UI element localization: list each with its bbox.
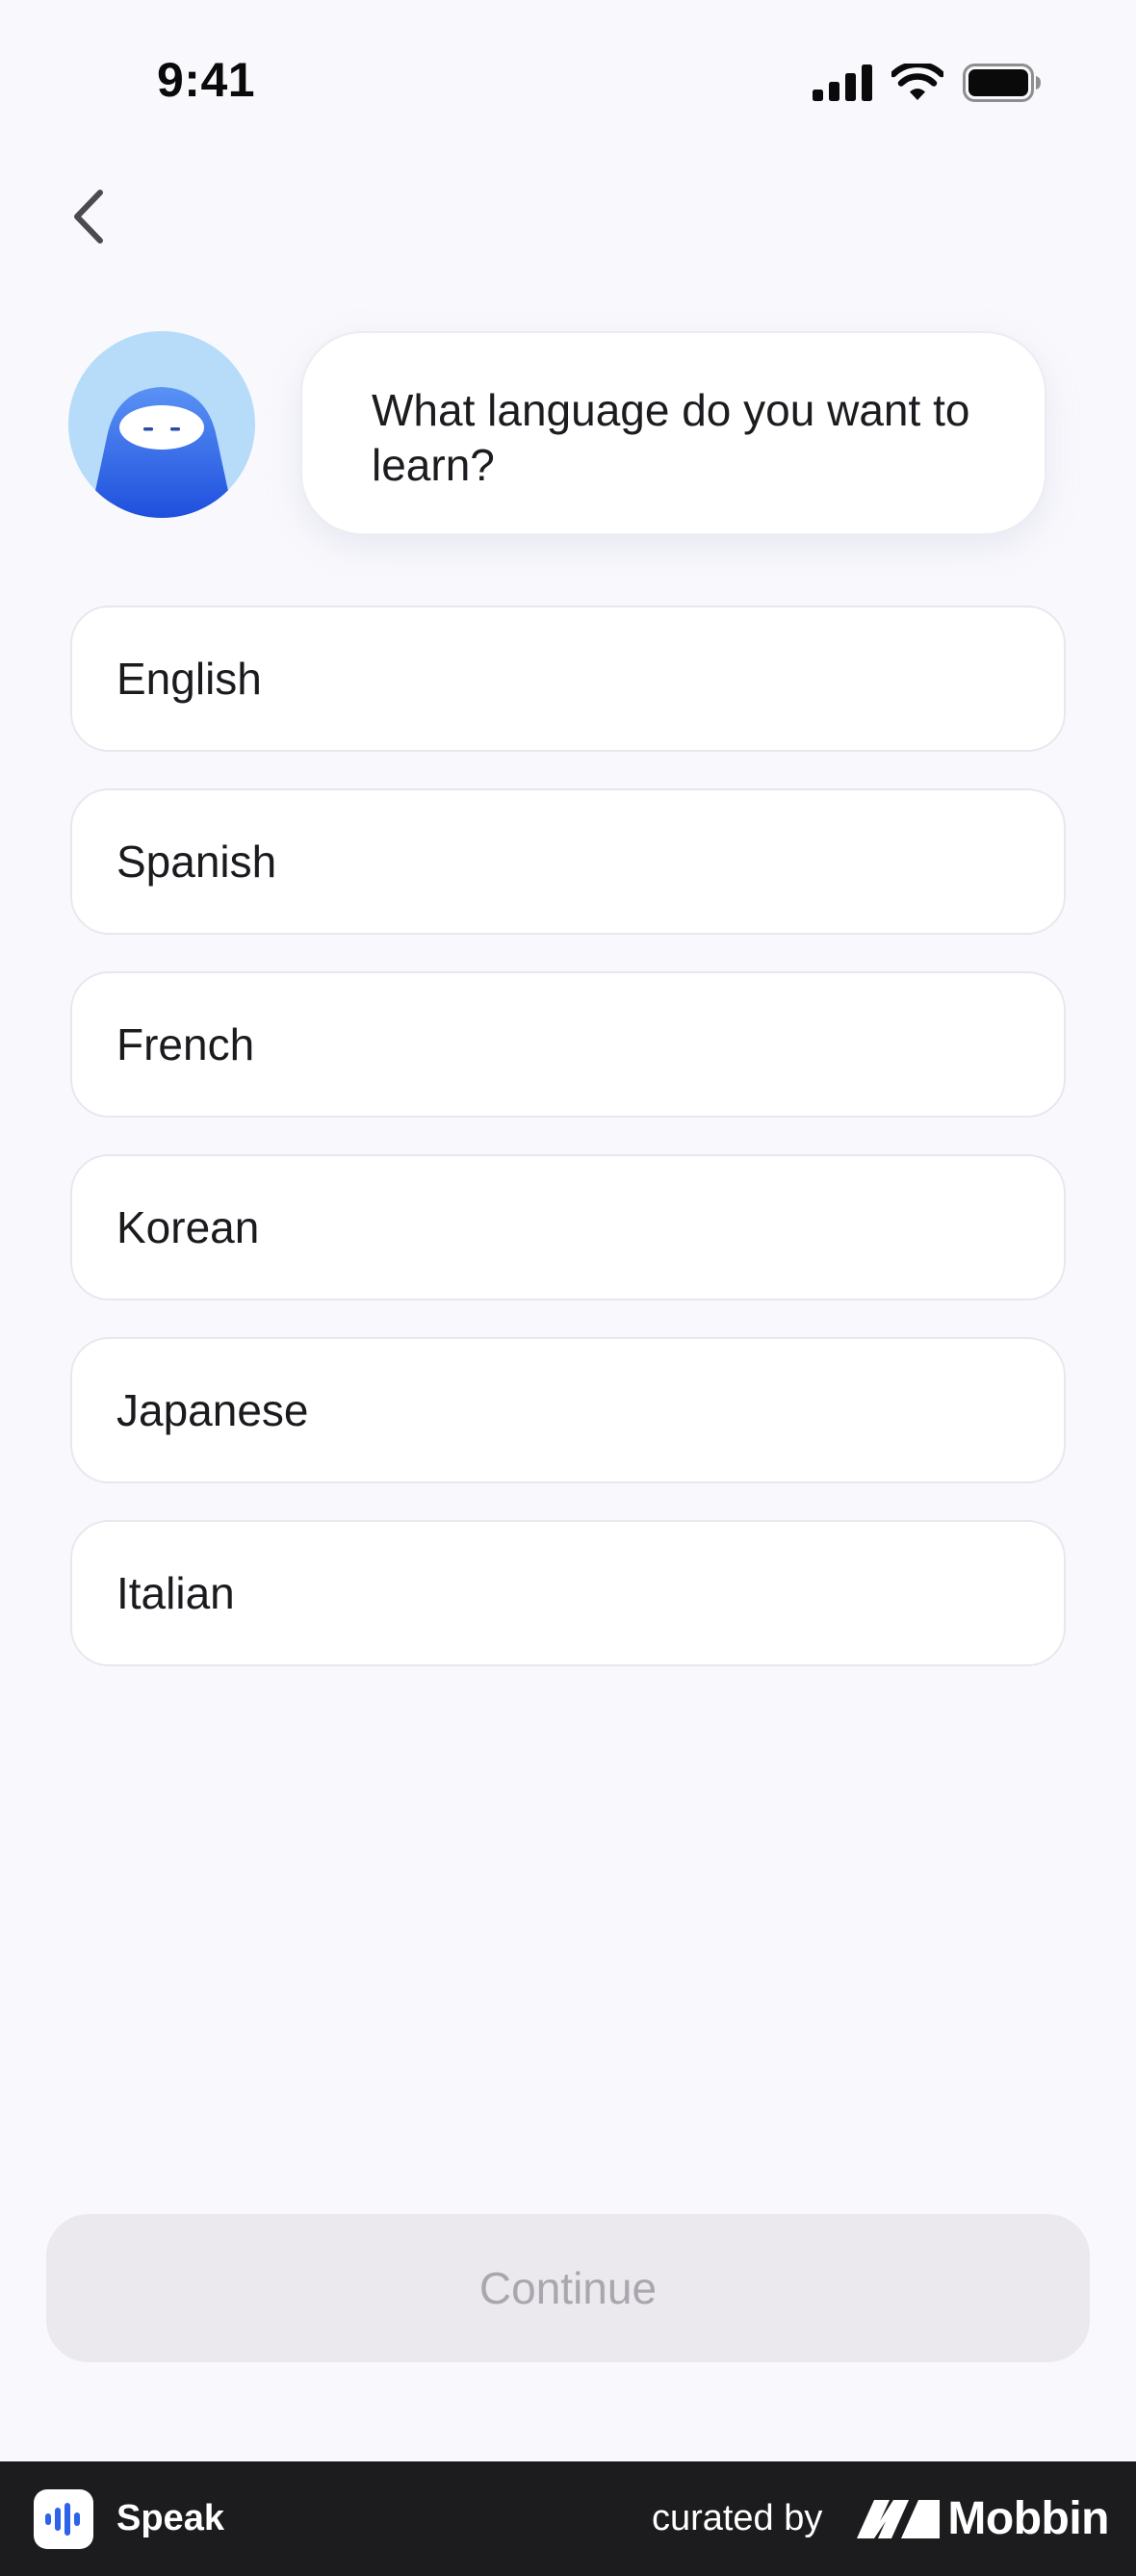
curated-by-text: curated by (651, 2498, 823, 2538)
app-name: Speak (116, 2498, 224, 2538)
waveform-icon (45, 2502, 80, 2536)
speech-bubble: What language do you want to learn? (300, 331, 1046, 535)
language-options: English Spanish French Korean Japanese I… (70, 605, 1066, 1703)
option-french[interactable]: French (70, 971, 1066, 1118)
status-time: 9:41 (157, 53, 256, 107)
question-text: What language do you want to learn? (372, 385, 970, 490)
option-label: Japanese (116, 1385, 309, 1435)
option-label: English (116, 654, 262, 704)
option-japanese[interactable]: Japanese (70, 1337, 1066, 1483)
option-label: Italian (116, 1568, 235, 1618)
cellular-signal-icon (813, 64, 872, 101)
option-label: Korean (116, 1202, 260, 1252)
speak-app-icon (34, 2488, 93, 2549)
wifi-icon (891, 64, 943, 100)
mascot-avatar (68, 331, 255, 518)
option-korean[interactable]: Korean (70, 1154, 1066, 1301)
mobbin-logo: Mobbin (857, 2492, 1109, 2545)
option-label: French (116, 1019, 255, 1069)
chevron-left-icon (74, 190, 103, 244)
battery-icon (963, 64, 1041, 102)
screen: 9:41 What language do you want to learn?… (0, 0, 1136, 2576)
footer-credit: curated by Mobbin (651, 2492, 1110, 2545)
footer-bar: Speak curated by Mobbin (0, 2461, 1136, 2576)
option-spanish[interactable]: Spanish (70, 788, 1066, 935)
back-button[interactable] (60, 183, 117, 250)
mobbin-wordmark: Mobbin (947, 2493, 1109, 2544)
status-icons (813, 64, 1042, 102)
mobbin-logo-icon (857, 2499, 941, 2538)
option-italian[interactable]: Italian (70, 1520, 1066, 1666)
continue-button[interactable]: Continue (46, 2214, 1090, 2362)
mascot-icon (90, 387, 234, 518)
option-english[interactable]: English (70, 605, 1066, 752)
option-label: Spanish (116, 837, 277, 887)
